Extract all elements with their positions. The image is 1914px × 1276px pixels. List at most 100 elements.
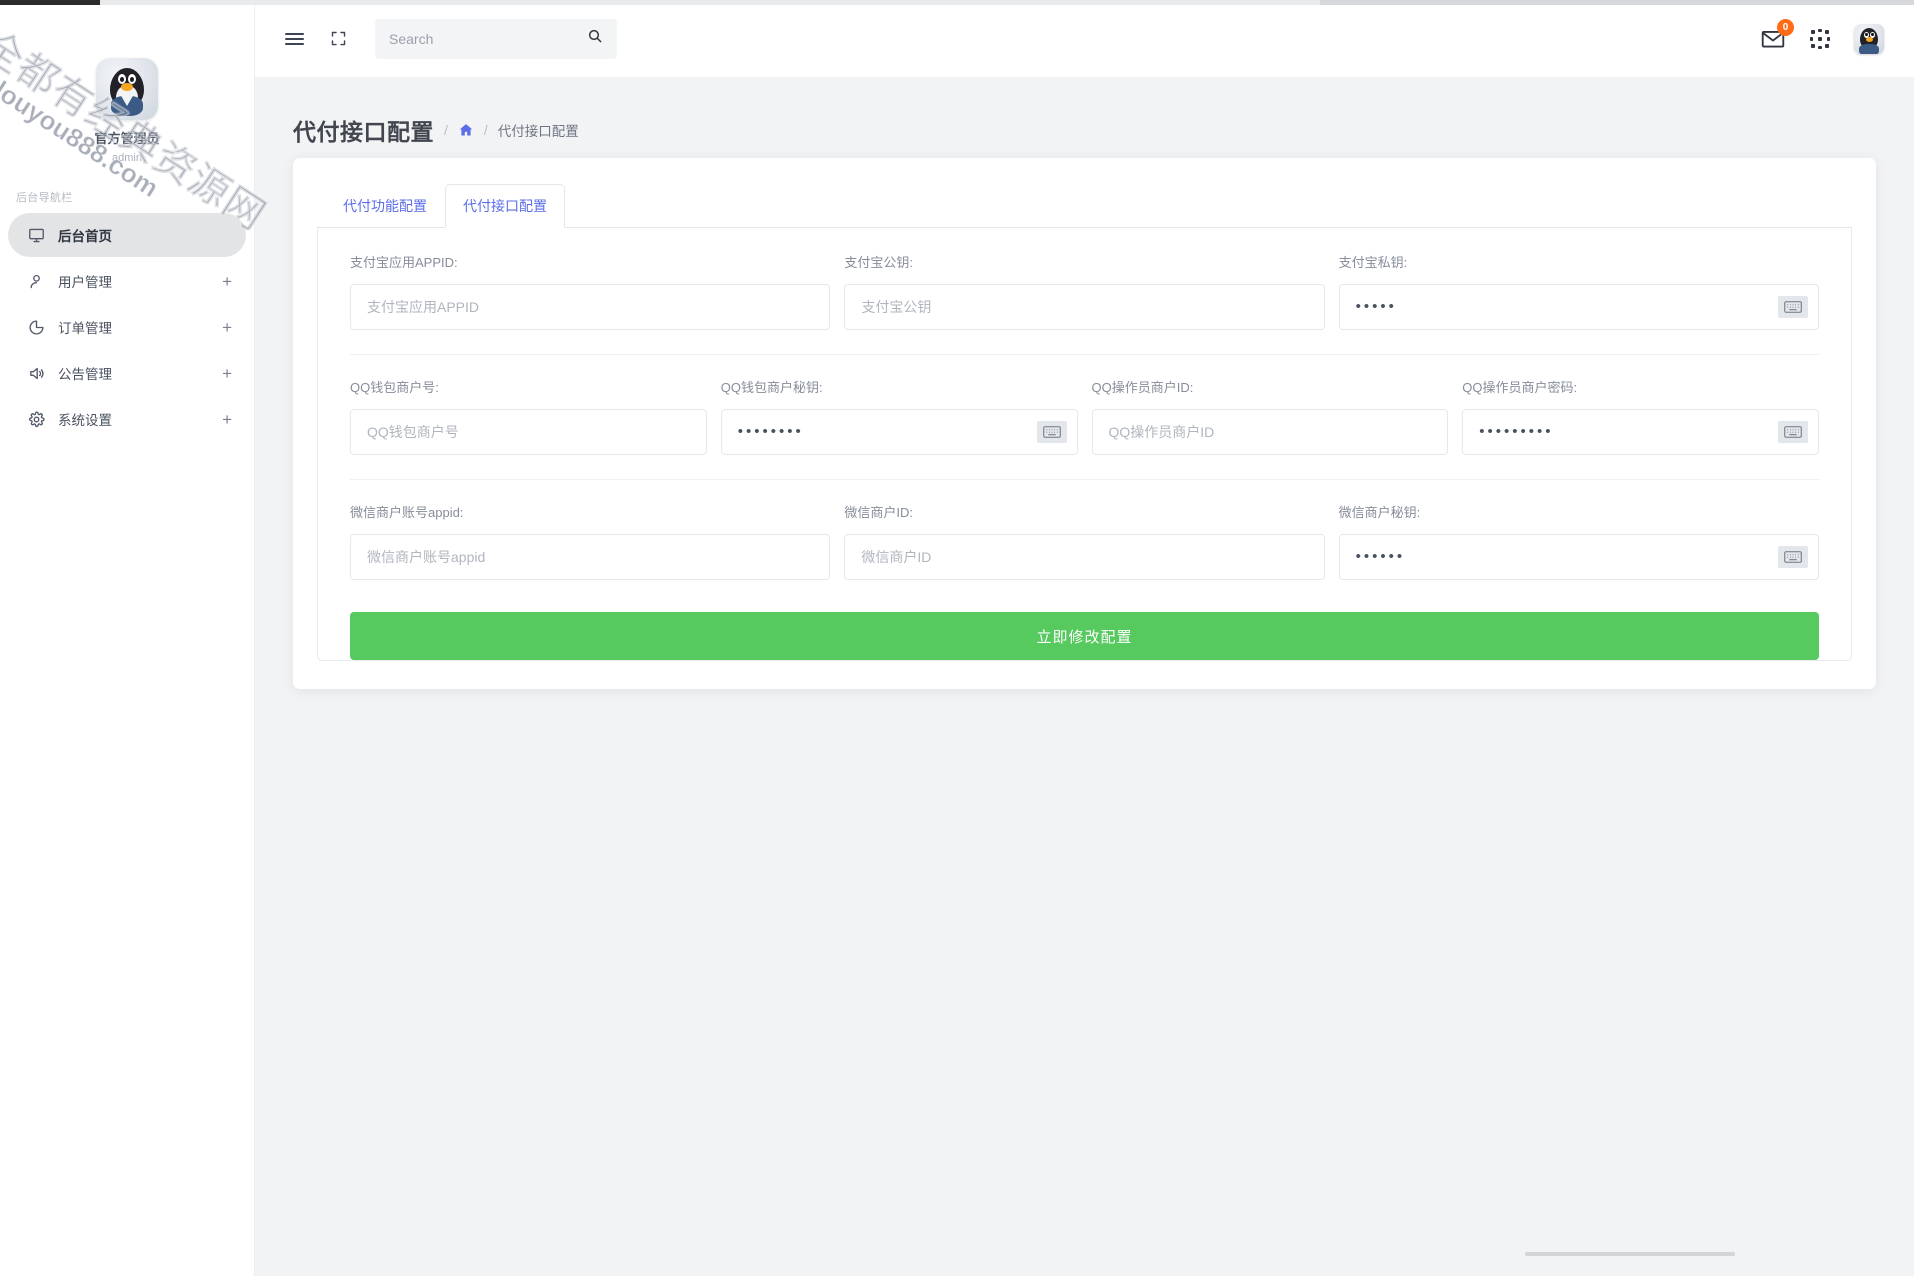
admin-app: 官方管理员 admin 后台导航栏 后台首页 用户管理 xyxy=(0,0,1914,1276)
home-icon[interactable] xyxy=(458,122,474,138)
breadcrumb-separator-2: / xyxy=(484,122,488,138)
input-wrapper[interactable] xyxy=(350,284,830,330)
keyboard-icon[interactable] xyxy=(1778,546,1808,568)
hamburger-icon[interactable] xyxy=(277,22,311,56)
search-icon[interactable] xyxy=(587,28,603,49)
input-wrapper[interactable]: ••••• xyxy=(1339,284,1819,330)
field-label: 微信商户账号appid: xyxy=(350,504,830,522)
input-wrapper[interactable]: •••••• xyxy=(1339,534,1819,580)
nav-section-title: 后台导航栏 xyxy=(0,173,254,213)
search-input[interactable] xyxy=(389,31,587,47)
mail-badge-count: 0 xyxy=(1777,19,1794,36)
alipay-private-key-input[interactable]: ••••• xyxy=(1356,284,1778,330)
sidebar-item-orders[interactable]: 订单管理 + xyxy=(8,305,246,349)
input-wrapper[interactable] xyxy=(844,284,1324,330)
sidebar-nav: 后台首页 用户管理 + 订单管理 + xyxy=(0,213,254,441)
user-avatar[interactable] xyxy=(1854,24,1884,54)
fullscreen-icon[interactable] xyxy=(321,22,355,56)
form-row-alipay: 支付宝应用APPID: 支付宝公钥: 支付宝私钥 xyxy=(350,254,1819,355)
breadcrumb-separator-1: / xyxy=(444,122,448,138)
field-label: 微信商户ID: xyxy=(844,504,1324,522)
field-wechat-merchant-key: 微信商户秘钥: •••••• xyxy=(1339,504,1819,580)
expand-plus-icon[interactable]: + xyxy=(222,273,232,290)
input-wrapper[interactable]: ••••••••• xyxy=(1462,409,1819,455)
keyboard-icon[interactable] xyxy=(1778,296,1808,318)
sidebar-item-label: 订单管理 xyxy=(58,317,222,337)
search-box[interactable] xyxy=(375,19,617,59)
qq-penguin-avatar xyxy=(96,58,158,120)
save-config-button[interactable]: 立即修改配置 xyxy=(350,612,1819,660)
qq-merchant-key-input[interactable]: •••••••• xyxy=(738,409,1037,455)
profile-account: admin xyxy=(0,149,254,167)
qq-operator-password-input[interactable]: ••••••••• xyxy=(1479,409,1778,455)
sidebar-item-announcements[interactable]: 公告管理 + xyxy=(8,351,246,395)
field-label: 微信商户秘钥: xyxy=(1339,504,1819,522)
mail-button[interactable]: 0 xyxy=(1760,26,1786,52)
field-label: 支付宝应用APPID: xyxy=(350,254,830,272)
field-alipay-private-key: 支付宝私钥: ••••• xyxy=(1339,254,1819,330)
field-wechat-merchant-id: 微信商户ID: xyxy=(844,504,1324,580)
wechat-merchant-key-input[interactable]: •••••• xyxy=(1356,534,1778,580)
profile-name: 官方管理员 xyxy=(0,130,254,148)
keyboard-icon[interactable] xyxy=(1778,421,1808,443)
config-card: 代付功能配置 代付接口配置 支付宝应用APPID: 支付宝公钥: xyxy=(293,158,1876,689)
sidebar-item-label: 后台首页 xyxy=(58,225,232,245)
sidebar: 官方管理员 admin 后台导航栏 后台首页 用户管理 xyxy=(0,0,255,1276)
field-qq-operator-id: QQ操作员商户ID: xyxy=(1092,379,1449,455)
topbar: 0 xyxy=(255,0,1914,78)
tab-interface-config[interactable]: 代付接口配置 xyxy=(445,184,565,228)
pie-chart-icon xyxy=(26,317,46,337)
wechat-merchant-id-input[interactable] xyxy=(861,535,1323,579)
form-row-qq-wallet: QQ钱包商户号: QQ钱包商户秘钥: •••••••• xyxy=(350,379,1819,480)
sidebar-item-label: 用户管理 xyxy=(58,271,222,291)
input-wrapper[interactable] xyxy=(1092,409,1449,455)
field-qq-operator-password: QQ操作员商户密码: ••••••••• xyxy=(1462,379,1819,455)
page-header: 代付接口配置 / / 代付接口配置 xyxy=(255,78,1914,152)
field-label: QQ钱包商户号: xyxy=(350,379,707,397)
input-wrapper[interactable] xyxy=(350,409,707,455)
horizontal-scrollbar[interactable] xyxy=(1525,1252,1735,1256)
main-column: 0 xyxy=(255,0,1914,1276)
topbar-actions: 0 xyxy=(1760,24,1892,54)
gear-icon xyxy=(26,409,46,429)
sidebar-item-dashboard[interactable]: 后台首页 xyxy=(8,213,246,257)
input-wrapper[interactable]: •••••••• xyxy=(721,409,1078,455)
user-icon xyxy=(26,271,46,291)
field-wechat-appid: 微信商户账号appid: xyxy=(350,504,830,580)
apps-grid-icon[interactable] xyxy=(1808,27,1832,51)
input-wrapper[interactable] xyxy=(350,534,830,580)
sidebar-item-settings[interactable]: 系统设置 + xyxy=(8,397,246,441)
input-wrapper[interactable] xyxy=(844,534,1324,580)
field-alipay-appid: 支付宝应用APPID: xyxy=(350,254,830,330)
qq-operator-id-input[interactable] xyxy=(1109,410,1448,454)
field-qq-merchant-key: QQ钱包商户秘钥: •••••••• xyxy=(721,379,1078,455)
keyboard-icon[interactable] xyxy=(1037,421,1067,443)
tab-function-config[interactable]: 代付功能配置 xyxy=(325,184,445,228)
monitor-icon xyxy=(26,225,46,245)
field-label: 支付宝公钥: xyxy=(844,254,1324,272)
form-row-wechat: 微信商户账号appid: 微信商户ID: 微信商 xyxy=(350,504,1819,604)
expand-plus-icon[interactable]: + xyxy=(222,411,232,428)
sidebar-profile: 官方管理员 admin xyxy=(0,40,254,173)
field-label: QQ钱包商户秘钥: xyxy=(721,379,1078,397)
tab-bar: 代付功能配置 代付接口配置 xyxy=(317,184,1852,228)
interface-config-form: 支付宝应用APPID: 支付宝公钥: 支付宝私钥 xyxy=(317,228,1852,661)
field-alipay-public-key: 支付宝公钥: xyxy=(844,254,1324,330)
alipay-appid-input[interactable] xyxy=(367,285,829,329)
megaphone-icon xyxy=(26,363,46,383)
browser-chrome-strip xyxy=(0,0,1914,5)
content-area: 代付接口配置 / / 代付接口配置 代付功能配置 代付接口配置 xyxy=(255,78,1914,1276)
field-label: QQ操作员商户密码: xyxy=(1462,379,1819,397)
field-qq-merchant-no: QQ钱包商户号: xyxy=(350,379,707,455)
field-label: QQ操作员商户ID: xyxy=(1092,379,1449,397)
sidebar-item-label: 公告管理 xyxy=(58,363,222,383)
page-title: 代付接口配置 xyxy=(293,113,434,147)
expand-plus-icon[interactable]: + xyxy=(222,319,232,336)
alipay-public-key-input[interactable] xyxy=(861,285,1323,329)
breadcrumb-current: 代付接口配置 xyxy=(498,120,579,140)
wechat-appid-input[interactable] xyxy=(367,535,829,579)
field-label: 支付宝私钥: xyxy=(1339,254,1819,272)
expand-plus-icon[interactable]: + xyxy=(222,365,232,382)
sidebar-item-users[interactable]: 用户管理 + xyxy=(8,259,246,303)
qq-merchant-no-input[interactable] xyxy=(367,410,706,454)
